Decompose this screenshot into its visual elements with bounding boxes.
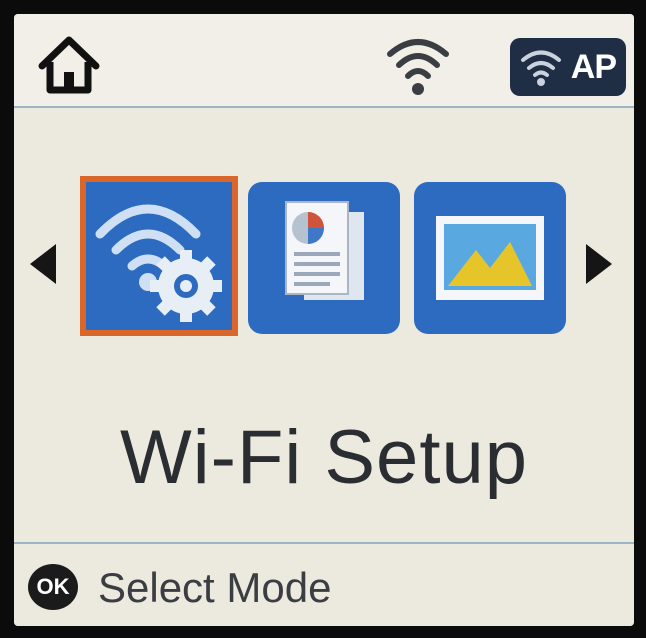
home-icon[interactable] (36, 34, 102, 96)
footer-bar: OK Select Mode (14, 542, 634, 626)
document-pie-chart-icon (285, 201, 364, 300)
wifi-signal-icon (387, 39, 449, 95)
document-tile[interactable] (248, 182, 400, 334)
photo-tile[interactable] (414, 182, 566, 334)
photo-mountain-icon (436, 216, 544, 300)
ok-button-icon[interactable]: OK (28, 564, 78, 610)
ap-label: AP (570, 47, 617, 86)
mode-carousel (14, 174, 634, 354)
wifi-gear-icon (95, 204, 222, 322)
ap-wifi-icon (521, 50, 561, 86)
selected-mode-label: Wi-Fi Setup (120, 415, 528, 500)
printer-lcd-screen: AP Wi-Fi Setup OK Select Mode (14, 14, 634, 626)
access-point-mode-badge: AP (510, 38, 626, 96)
scroll-right-arrow-icon[interactable] (586, 244, 612, 284)
footer-hint: Select Mode (98, 564, 332, 611)
status-bar: AP (14, 14, 634, 108)
wifi-setup-tile[interactable] (80, 176, 238, 336)
scroll-left-arrow-icon[interactable] (30, 244, 56, 284)
